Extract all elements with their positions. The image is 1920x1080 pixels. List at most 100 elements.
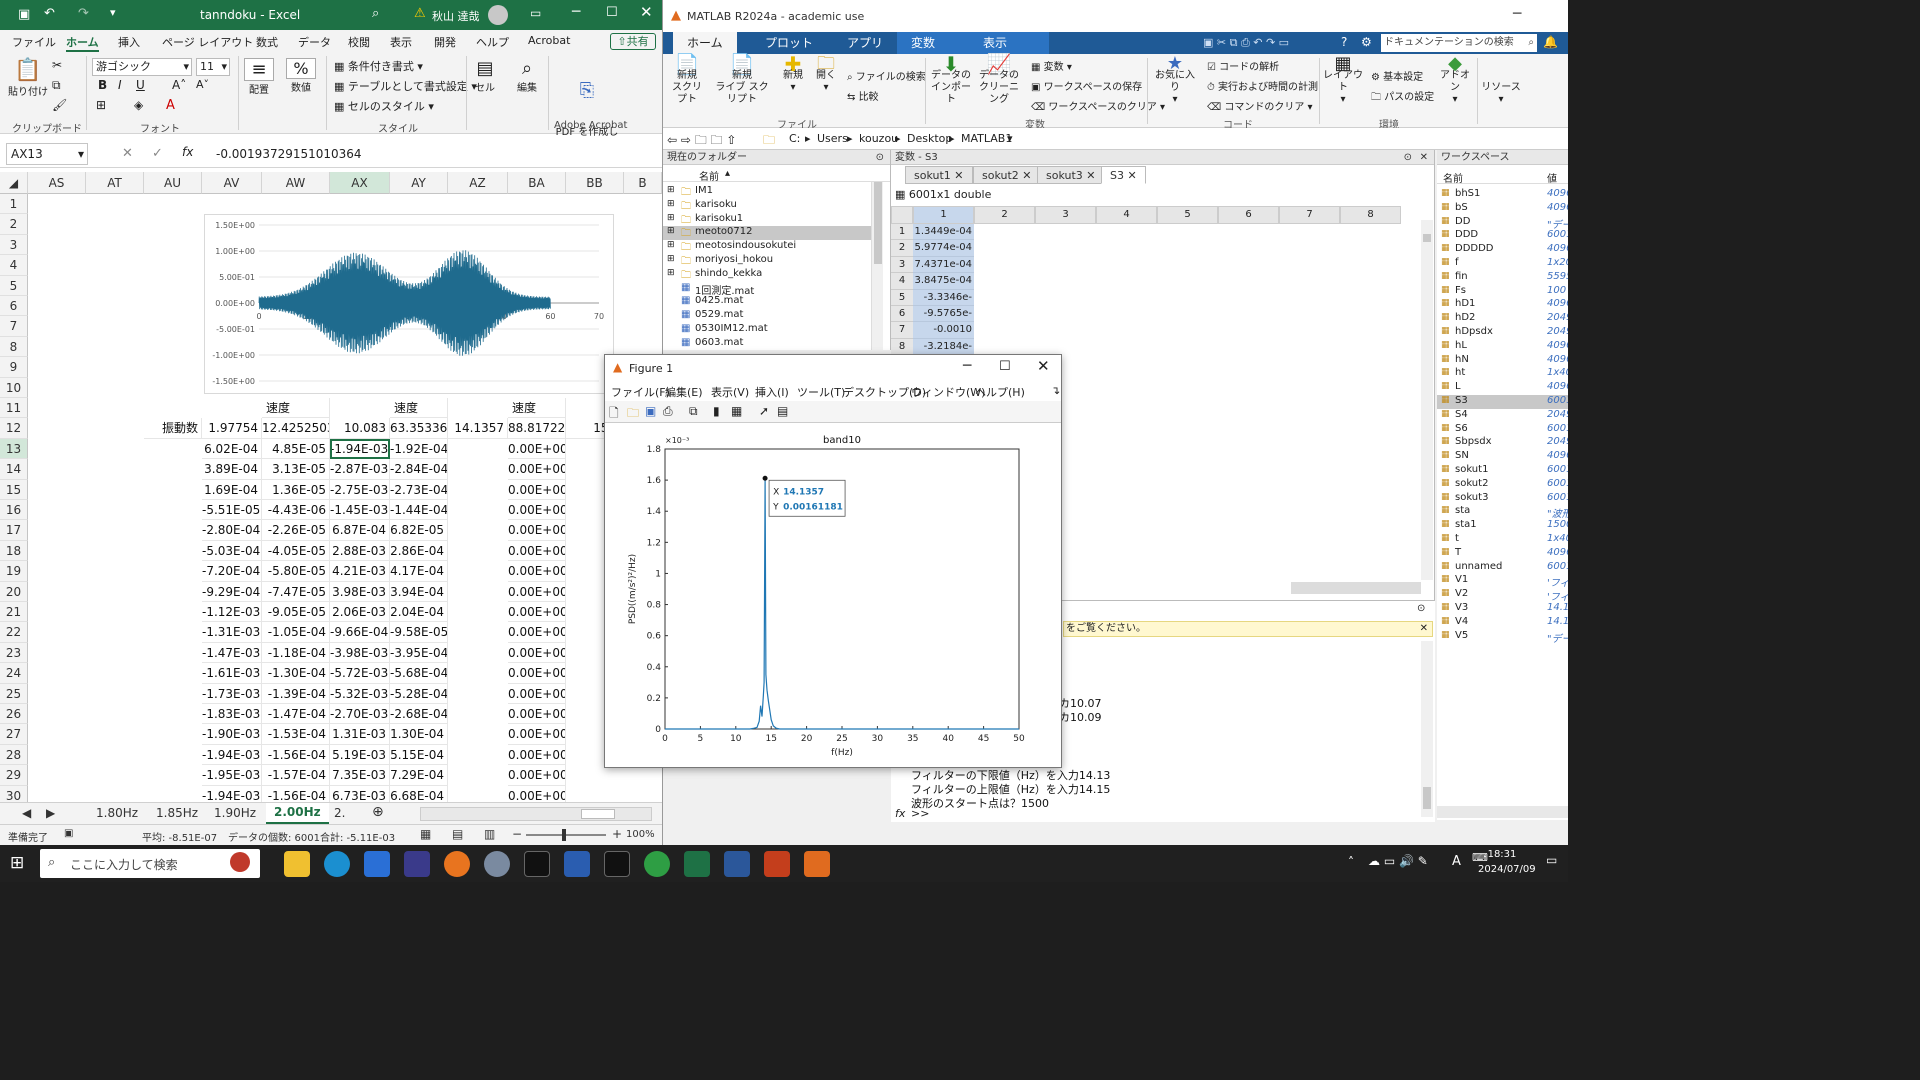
row-header[interactable]: 13 [0, 438, 28, 460]
variable-cell[interactable]: -3.3346e-04 [913, 289, 974, 306]
workspace-item[interactable]: ▦ sokut3 6001 [1437, 492, 1568, 506]
cell[interactable]: -1.90E-03 [202, 724, 262, 745]
powershell-icon[interactable] [564, 851, 590, 877]
row-header[interactable]: 23 [0, 642, 28, 664]
cell[interactable]: -5.32E-03 [330, 683, 390, 704]
add-sheet-icon[interactable]: ⊕ [372, 804, 384, 820]
row-header[interactable]: 25 [0, 683, 28, 704]
maximize-icon[interactable]: ☐ [606, 5, 618, 20]
alignment-button[interactable]: ≡ 配置 [244, 58, 274, 96]
new-script-button[interactable]: 📄 新規 スクリプト [669, 54, 705, 106]
cell[interactable]: 6.82E-05 [390, 520, 448, 541]
cell[interactable]: 14.1357 [448, 418, 508, 439]
row-header[interactable]: 5 [0, 275, 28, 296]
bold-icon[interactable]: B [98, 78, 107, 92]
preferences-button[interactable]: ⚙ 基本設定 [1371, 68, 1423, 83]
font-name-select[interactable]: 游ゴシック ▾ [92, 58, 192, 76]
cell[interactable]: 1.30E-04 [390, 724, 448, 745]
share-button[interactable]: ⇧共有 [610, 33, 656, 50]
close-icon[interactable]: ✕ [1022, 169, 1031, 182]
cell[interactable]: 7.29E-04 [390, 765, 448, 786]
tab-insert[interactable]: 挿入 [118, 34, 140, 50]
cell[interactable]: 速度 [390, 398, 448, 419]
workspace-item[interactable]: ▦ sta "波形 [1437, 505, 1568, 519]
format-painter-icon[interactable]: 🖌 [52, 98, 67, 112]
cell[interactable]: 3.94E-04 [390, 581, 448, 602]
variable-tab[interactable]: sokut2 ✕ [973, 166, 1041, 184]
sheet-tab[interactable]: 1.85Hz [156, 806, 198, 820]
formula-input[interactable]: -0.00193729151010364 [216, 147, 362, 161]
expand-icon[interactable]: ⊞ [667, 185, 675, 195]
close-icon[interactable]: ✕ [1127, 169, 1136, 182]
cell[interactable]: 12.4252503 [262, 418, 330, 439]
cell[interactable]: 6.87E-04 [330, 520, 390, 541]
workspace-item[interactable]: ▦ ht 1x40 [1437, 367, 1568, 381]
ime-indicator[interactable]: A [1452, 854, 1461, 869]
workspace-item[interactable]: ▦ hD2 2049 [1437, 312, 1568, 326]
cell[interactable]: -5.51E-05 [202, 500, 262, 521]
row-header[interactable]: 16 [0, 500, 28, 521]
minimize-icon[interactable]: ─ [572, 4, 580, 20]
italic-icon[interactable]: I [118, 78, 122, 92]
property-inspector-icon[interactable]: ▤ [777, 404, 788, 418]
zoom-in-icon[interactable]: + [612, 827, 622, 841]
column-header[interactable]: AY [390, 172, 448, 194]
page-layout-icon[interactable]: ▤ [452, 827, 463, 841]
cell[interactable]: -1.56E-04 [262, 744, 330, 766]
cell[interactable]: -1.47E-04 [262, 704, 330, 725]
path-dropdown-icon[interactable]: ▾ [1007, 132, 1013, 145]
windows-start-icon[interactable]: ⊞ [10, 853, 24, 873]
workspace-item[interactable]: ▦ sta1 1500 [1437, 519, 1568, 533]
cell[interactable]: 5.15E-04 [390, 744, 448, 766]
column-header[interactable]: AU [144, 172, 202, 194]
variable-cell[interactable]: -0.0010 [913, 322, 974, 339]
path-segment[interactable]: C: [789, 132, 800, 145]
folder-item[interactable]: ⊞ 🗀 IM1 [663, 185, 871, 199]
expand-icon[interactable]: ⊞ [667, 240, 675, 250]
favorites-button[interactable]: ★ お気に入り ▾ [1153, 55, 1197, 106]
variable-tab-active[interactable]: S3 ✕ [1101, 166, 1146, 184]
embedded-waveform-chart[interactable]: 1.50E+00 1.00E+00 5.00E-01 0.00E+00 -5.00E-0… [204, 214, 614, 394]
set-path-button[interactable]: 🗀 パスの設定 [1371, 88, 1434, 107]
row-header[interactable]: 27 [0, 724, 28, 745]
cell[interactable]: 4.17E-04 [390, 561, 448, 582]
row-header[interactable]: 9 [0, 357, 28, 378]
scrollbar-thumb[interactable] [874, 182, 882, 264]
cell[interactable]: -1.45E-03 [330, 500, 390, 521]
zoom-slider-thumb[interactable] [562, 829, 566, 841]
panel-menu-icon[interactable]: ⊙ [1404, 150, 1412, 165]
variable-cell[interactable]: 7.4371e-04 [913, 256, 974, 274]
zoom-level[interactable]: 100% [626, 829, 655, 840]
select-all-corner[interactable]: ◢ [0, 172, 28, 194]
cell[interactable]: -1.92E-04 [390, 438, 448, 460]
word-icon[interactable] [724, 851, 750, 877]
cell[interactable]: 5.19E-03 [330, 744, 390, 766]
name-box[interactable]: AX13 ▾ [6, 143, 88, 165]
cell[interactable]: -1.39E-04 [262, 683, 330, 704]
close-icon[interactable]: ✕ [640, 3, 653, 21]
clock-date[interactable]: 2024/07/09 [1478, 864, 1536, 875]
expand-icon[interactable]: ⊞ [667, 213, 675, 223]
cut-icon[interactable]: ✂ [52, 58, 62, 72]
cell[interactable]: 3.13E-05 [262, 459, 330, 480]
tab-acrobat[interactable]: Acrobat [528, 34, 570, 47]
sheet-tab-active[interactable]: 2.00Hz [266, 803, 329, 824]
workspace-item[interactable]: ▦ sokut1 6001 [1437, 464, 1568, 478]
tab-view[interactable]: 表示 [969, 32, 1049, 54]
border-icon[interactable]: ⊞ [96, 98, 106, 112]
variable-cell[interactable]: 5.9774e-04 [913, 240, 974, 257]
cell[interactable]: -9.29E-04 [202, 581, 262, 602]
increase-font-icon[interactable]: A˄ [172, 78, 186, 92]
tab-apps[interactable]: アプリ [833, 32, 897, 54]
folder-vertical-scrollbar[interactable] [871, 182, 883, 350]
clear-workspace-button[interactable]: ⌫ ワークスペースのクリア ▾ [1031, 98, 1165, 113]
firefox-icon[interactable] [444, 851, 470, 877]
compare-button[interactable]: ⇆ 比較 [847, 88, 879, 103]
variable-cell[interactable]: 3.8475e-04 [913, 273, 974, 290]
row-header[interactable]: 24 [0, 663, 28, 684]
cell[interactable]: 1.36E-05 [262, 479, 330, 500]
tab-view[interactable]: 表示 [390, 34, 412, 50]
folder-item[interactable]: ⊞ 🗀 moriyosi_hokou [663, 254, 871, 268]
insert-function-icon[interactable]: fx [182, 145, 193, 159]
variable-cell[interactable]: -3.2184e-04 [913, 338, 974, 356]
